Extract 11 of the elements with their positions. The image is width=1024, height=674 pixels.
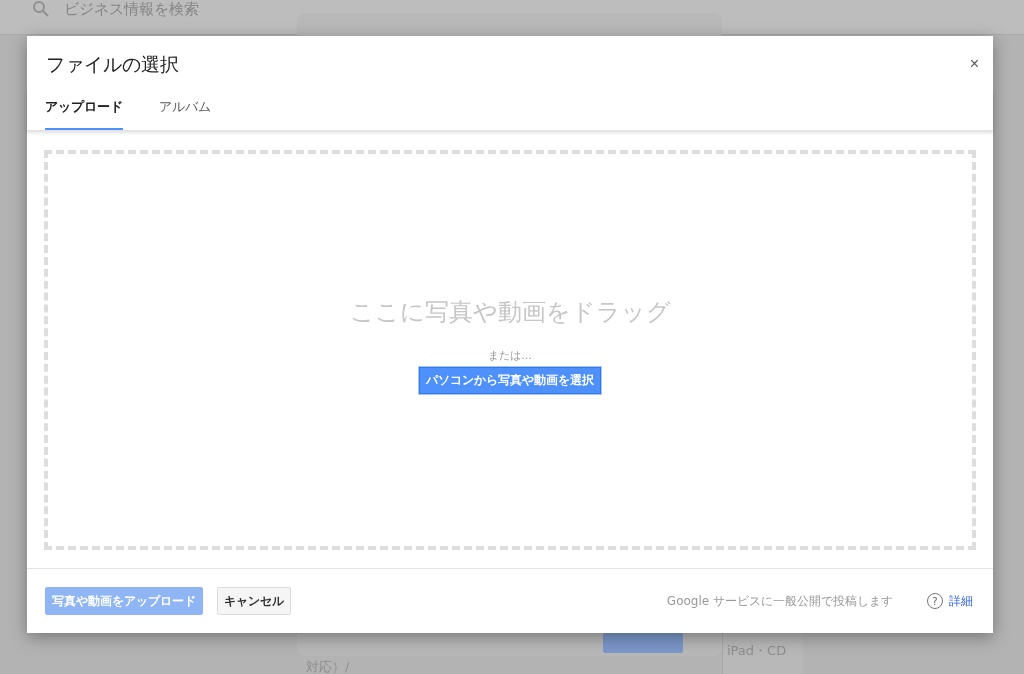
post-button[interactable] — [603, 633, 683, 653]
or-text: または... — [488, 348, 532, 363]
dialog-title: ファイルの選択 — [46, 52, 179, 77]
tab[interactable]: アップロード — [45, 92, 123, 130]
notice-text: Google サービスに一般公開で投稿します — [666, 592, 893, 610]
search-icon — [32, 0, 50, 18]
details-link[interactable]: 詳細 — [949, 592, 973, 610]
close-button[interactable]: × — [969, 54, 979, 74]
tab[interactable]: アルバム — [159, 92, 211, 130]
cancel-button[interactable]: キャンセル — [217, 587, 291, 615]
drop-heading: ここに写真や動画をドラッグ — [349, 297, 671, 328]
